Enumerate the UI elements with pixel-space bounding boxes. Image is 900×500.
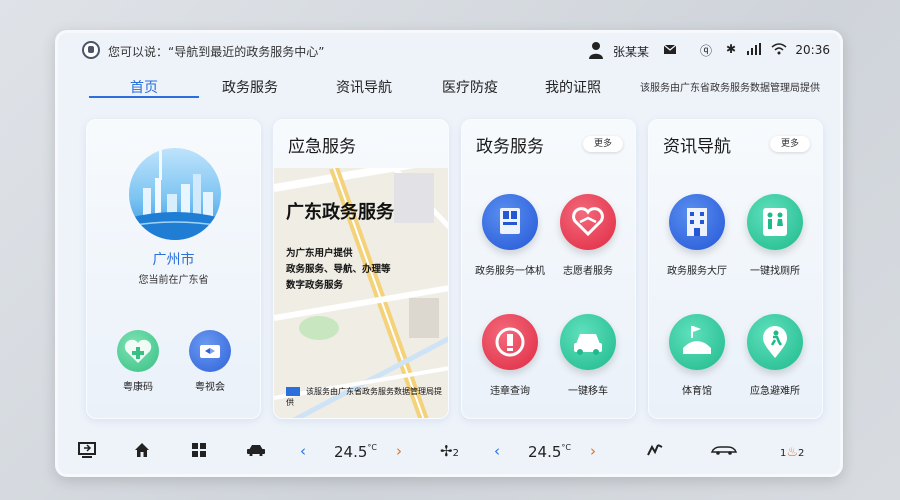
emergency-title: 应急服务 (288, 137, 356, 157)
shelter-icon (747, 314, 803, 370)
car-mode-icon[interactable] (710, 445, 738, 455)
phone-icon: ⓠ (700, 44, 713, 58)
info-navigation-card: 资讯导航 更多 政务服务大厅 一键找厕所 体育馆 应急避难所 (648, 119, 823, 419)
restroom-label: 一键找厕所 (750, 266, 800, 277)
shelter-app[interactable]: 应急避难所 (735, 314, 815, 397)
active-tab-indicator (89, 96, 199, 98)
video-meeting-icon (189, 330, 231, 372)
stadium-icon (669, 314, 725, 370)
temp-left-decrease-icon[interactable]: ‹ (300, 442, 306, 460)
fan-icon[interactable]: ✢2 (440, 442, 459, 460)
restroom-icon (747, 194, 803, 250)
service-hall-app[interactable]: 政务服务大厅 (657, 194, 737, 277)
volunteer-label: 志愿者服务 (563, 266, 613, 277)
service-kiosk-app[interactable]: 政务服务一体机 (470, 194, 550, 277)
temp-right-display: 24.5°C (528, 443, 571, 461)
user-icon[interactable] (588, 41, 604, 59)
seat-right-level: 2 (798, 448, 805, 459)
info-navigation-title: 资讯导航 (663, 137, 731, 157)
video-meeting-app[interactable]: 粤视会 (185, 330, 235, 393)
car-icon[interactable] (246, 444, 266, 456)
gov-more-button[interactable]: 更多 (583, 136, 623, 152)
apps-grid-icon[interactable] (192, 443, 206, 457)
temp-right-increase-icon[interactable]: › (590, 442, 596, 460)
volunteer-heart-icon (560, 194, 616, 250)
gov-services-card: 政务服务 更多 政务服务一体机 志愿者服务 违章查询 一键移车 (461, 119, 636, 419)
violation-query-app[interactable]: 违章查询 (470, 314, 550, 397)
message-icon[interactable] (664, 45, 676, 54)
home-icon[interactable] (134, 442, 150, 458)
tab-info-navigation[interactable]: 资讯导航 (314, 77, 414, 97)
emergency-footer-text: 该服务由广东省政务服务数据管理局提供 (286, 387, 442, 407)
temp-right-decrease-icon[interactable]: ‹ (494, 442, 500, 460)
service-kiosk-icon (482, 194, 538, 250)
temp-right-value: 24.5 (528, 443, 562, 461)
city-illustration (129, 148, 221, 240)
air-flow-icon[interactable] (646, 443, 664, 457)
temp-right-unit: °C (561, 443, 571, 452)
voice-hint: 您可以说：“导航到最近的政务服务中心” (108, 45, 325, 59)
violation-query-icon (482, 314, 538, 370)
provider-note: 该服务由广东省政务服务数据管理局提供 (640, 83, 820, 94)
shelter-label: 应急避难所 (750, 386, 800, 397)
health-code-label: 粤康码 (123, 382, 153, 393)
wifi-icon (771, 43, 787, 55)
user-name: 张某某 (613, 45, 650, 59)
service-hall-label: 政务服务大厅 (667, 266, 727, 277)
violation-query-label: 违章查询 (490, 386, 530, 397)
restroom-app[interactable]: 一键找厕所 (735, 194, 815, 277)
service-kiosk-label: 政务服务一体机 (475, 266, 545, 277)
bluetooth-icon: ✱ (726, 42, 737, 56)
tab-home[interactable]: 首页 (94, 77, 194, 97)
tab-gov-services[interactable]: 政务服务 (200, 77, 300, 97)
emergency-desc-line: 数字政务服务 (286, 280, 344, 291)
emergency-desc-line: 政务服务、导航、办理等 (286, 264, 391, 275)
seat-heat-icon: ♨ (786, 445, 799, 460)
tab-my-certificates[interactable]: 我的证照 (523, 77, 623, 97)
provider-logo-icon (286, 387, 300, 396)
health-code-app[interactable]: 粤康码 (113, 330, 163, 393)
move-car-app[interactable]: 一键移车 (548, 314, 628, 397)
video-meeting-label: 粤视会 (195, 382, 225, 393)
stadium-label: 体育馆 (682, 386, 712, 397)
signal-icon (747, 43, 761, 55)
stadium-app[interactable]: 体育馆 (657, 314, 737, 397)
emergency-desc-line: 为广东用户提供 (286, 248, 353, 259)
status-bar: 您可以说：“导航到最近的政务服务中心” 张某某 ⓠ ✱ 20:36 (58, 33, 840, 67)
volunteer-app[interactable]: 志愿者服务 (548, 194, 628, 277)
seat-heating-control[interactable]: 1♨2 (780, 445, 804, 460)
exit-screen-icon[interactable] (78, 442, 96, 458)
emergency-footer: 该服务由广东省政务服务数据管理局提供 (286, 386, 448, 408)
city-subtitle: 您当前在广东省 (138, 275, 209, 286)
device-screen: 您可以说：“导航到最近的政务服务中心” 张某某 ⓠ ✱ 20:36 首页 政务服… (55, 30, 843, 477)
emergency-headline: 广东政务服务 (286, 202, 394, 223)
tab-medical[interactable]: 医疗防疫 (420, 77, 520, 97)
city-name: 广州市 (152, 252, 195, 268)
temp-left-unit: °C (367, 443, 377, 452)
fan-level: 2 (452, 448, 459, 459)
temp-left-increase-icon[interactable]: › (396, 442, 402, 460)
emergency-card[interactable]: 应急服务 广东政务服务 为广东用户提供 政务服务、导航、办理等 数字政务服务 该… (273, 119, 449, 419)
service-hall-icon (669, 194, 725, 250)
clock: 20:36 (795, 43, 830, 57)
gov-services-title: 政务服务 (476, 137, 544, 157)
voice-assistant-icon[interactable] (82, 41, 100, 59)
emergency-description: 为广东用户提供 政务服务、导航、办理等 数字政务服务 (286, 246, 436, 294)
move-car-label: 一键移车 (568, 386, 608, 397)
health-code-icon (117, 330, 159, 372)
location-card: 广州市 您当前在广东省 粤康码 粤视会 (86, 119, 261, 419)
temp-left-value: 24.5 (334, 443, 368, 461)
temp-left-display: 24.5°C (334, 443, 377, 461)
bottom-control-bar: ‹ 24.5°C › ✢2 ‹ 24.5°C › 1♨2 (58, 428, 840, 474)
move-car-icon (560, 314, 616, 370)
info-more-button[interactable]: 更多 (770, 136, 810, 152)
